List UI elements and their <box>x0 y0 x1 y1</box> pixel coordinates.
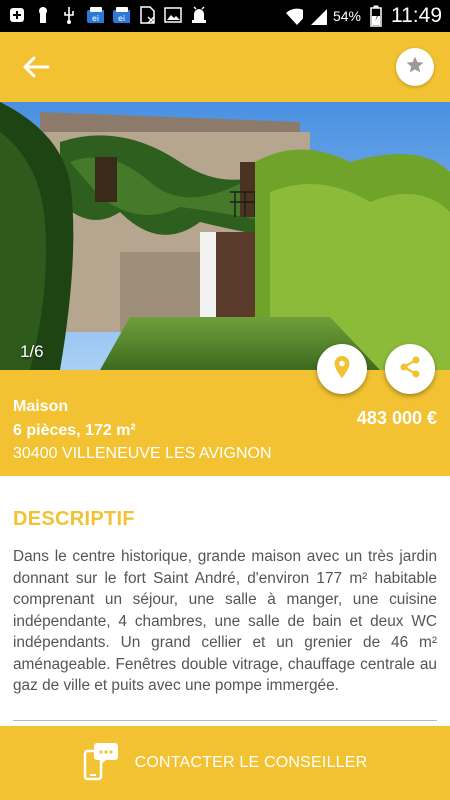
contact-advisor-label: CONTACTER LE CONSEILLER <box>134 754 368 771</box>
phone-chat-icon <box>83 741 119 786</box>
location-button[interactable] <box>317 344 367 394</box>
description-title: DESCRIPTIF <box>13 508 135 530</box>
share-button[interactable] <box>385 344 435 394</box>
property-address: 30400 VILLENEUVE LES AVIGNON <box>13 445 272 462</box>
image-icon <box>164 5 182 25</box>
property-photo[interactable]: 1/6 <box>0 102 450 370</box>
battery-percent: 54% <box>332 8 361 24</box>
signal-icon <box>309 6 327 26</box>
keyhole-icon <box>34 5 52 25</box>
description-text: Dans le centre historique, grande maison… <box>13 548 437 694</box>
map-pin-icon <box>333 355 351 384</box>
description-section: DESCRIPTIF Dans le centre historique, gr… <box>0 476 450 726</box>
favorite-button[interactable] <box>396 48 434 86</box>
app-bar <box>0 32 450 102</box>
property-price: 483 000 € <box>356 408 437 428</box>
app-ei-icon: ei <box>86 5 104 25</box>
back-button[interactable] <box>18 52 52 82</box>
app-ei-icon: ei <box>112 5 130 25</box>
svg-text:ei: ei <box>118 14 125 23</box>
wifi-icon <box>285 6 303 26</box>
arrow-back-icon <box>18 56 52 86</box>
usb-icon <box>60 5 78 25</box>
system-icons: 54% 11:49 <box>285 4 442 28</box>
status-bar: ei ei 54% 11:49 <box>0 0 450 32</box>
listing-summary: Maison 6 pièces, 172 m² 30400 VILLENEUVE… <box>0 370 450 476</box>
sim-off-icon <box>138 5 156 25</box>
clock: 11:49 <box>391 4 442 27</box>
house-photo-image <box>0 102 450 370</box>
battery-charging-icon <box>367 5 385 27</box>
plus-box-icon <box>8 5 26 25</box>
property-type: Maison <box>13 398 69 415</box>
android-debug-icon <box>190 5 208 25</box>
svg-text:ei: ei <box>92 14 99 23</box>
divider <box>13 720 437 721</box>
star-icon <box>405 55 425 80</box>
photo-counter: 1/6 <box>20 342 44 361</box>
share-icon <box>398 355 422 384</box>
contact-advisor-button[interactable]: CONTACTER LE CONSEILLER <box>0 726 450 800</box>
notification-icons: ei ei <box>8 5 208 25</box>
rooms-area: 6 pièces, 172 m² <box>13 422 136 439</box>
